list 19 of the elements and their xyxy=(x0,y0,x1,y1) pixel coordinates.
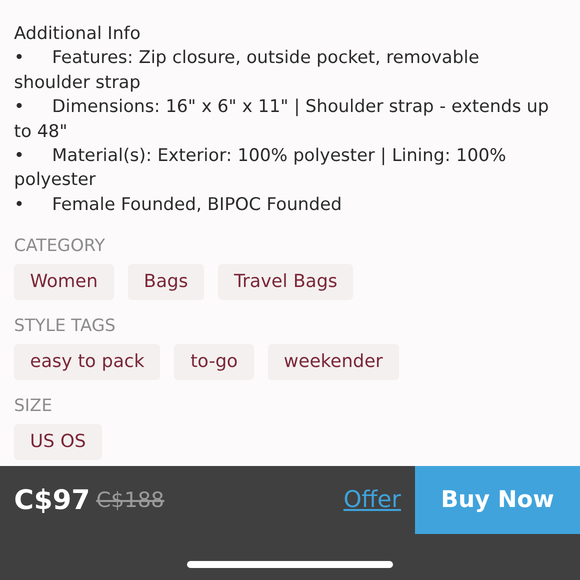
section-label: SIZE xyxy=(14,395,52,418)
tag-chip[interactable]: to-go xyxy=(174,344,254,380)
section-label: CATEGORY xyxy=(14,235,105,258)
price: C$97 xyxy=(14,484,90,516)
home-indicator[interactable] xyxy=(187,561,393,568)
section-label: STYLE TAGS xyxy=(14,315,116,338)
section-heading: Additional Info xyxy=(14,23,142,46)
bullet-item: • Dimensions: 16" x 6" x 11" | Shoulder strap - extends up to 48" xyxy=(14,96,550,144)
offer-link[interactable]: Offer xyxy=(343,487,401,513)
tag-chip[interactable]: easy to pack xyxy=(14,344,160,380)
bullet-item: • Female Founded, BIPOC Founded xyxy=(14,194,343,217)
bullet-item: • Material(s): Exterior: 100% polyester | Lining: 100% polyester xyxy=(14,145,508,192)
original-price: C$188 xyxy=(96,488,164,512)
bullet-item: • Features: Zip closure, outside pocket, removable shoulder strap xyxy=(14,47,480,95)
tag-chip[interactable]: weekender xyxy=(268,344,399,380)
tag-chip[interactable]: Bags xyxy=(128,264,204,300)
tag-chip[interactable]: US OS xyxy=(14,424,102,460)
tag-chip[interactable]: Women xyxy=(14,264,114,300)
tag-chip[interactable]: Travel Bags xyxy=(218,264,354,300)
